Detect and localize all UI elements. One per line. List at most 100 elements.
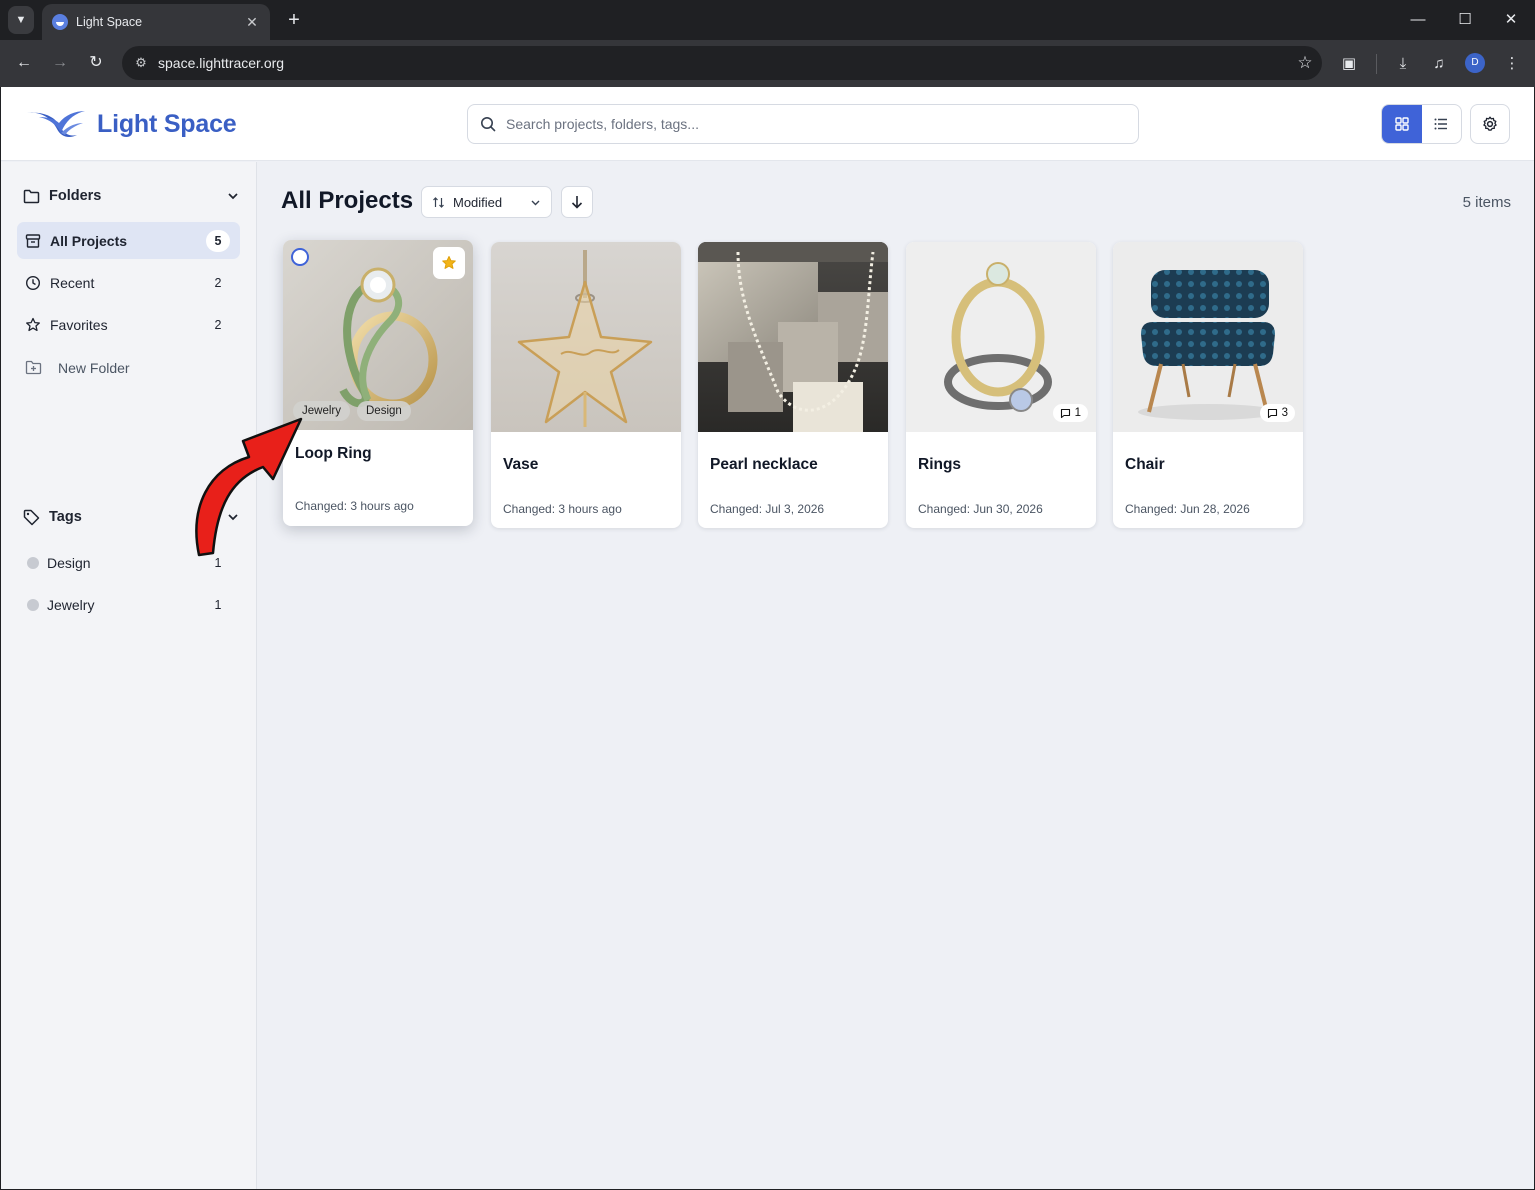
minimize-icon[interactable]: —: [1403, 8, 1433, 32]
tab-search-button[interactable]: ▼: [8, 6, 34, 34]
folders-section-header[interactable]: Folders: [23, 184, 239, 208]
gear-icon: [1483, 116, 1497, 131]
select-checkbox[interactable]: [291, 248, 309, 266]
chevron-down-icon: ▼: [15, 14, 27, 26]
feather-logo-icon: [27, 111, 85, 137]
project-card-vase[interactable]: Vase Changed: 3 hours ago: [491, 242, 681, 528]
comment-icon: [1060, 408, 1070, 418]
project-title: Chair: [1125, 456, 1165, 473]
download-icon[interactable]: ⤓: [1391, 52, 1415, 76]
tag-icon: [23, 509, 40, 525]
comment-icon: [1267, 408, 1277, 418]
app-header: Light Space: [1, 87, 1534, 161]
page-title: All Projects: [281, 187, 414, 214]
sidebar-item-label: All Projects: [50, 232, 128, 249]
tag-label: Jewelry: [47, 596, 95, 613]
bookmark-star-icon[interactable]: ☆: [1288, 53, 1322, 73]
project-card-rings[interactable]: 1 Rings Changed: Jun 30, 2026: [906, 242, 1096, 528]
chevron-down-icon: [531, 200, 540, 205]
favicon-icon: [52, 14, 68, 30]
url-text[interactable]: space.lighttracer.org: [158, 55, 1288, 71]
sidebar-item-count: 2: [214, 275, 222, 290]
search-box[interactable]: [467, 104, 1139, 144]
reload-icon[interactable]: ↻: [84, 52, 108, 76]
project-card-pearl-necklace[interactable]: Pearl necklace Changed: Jul 3, 2026: [698, 242, 888, 528]
tag-pill: Design: [357, 401, 411, 421]
tag-label: Design: [47, 554, 91, 571]
toolbar-divider: [1376, 54, 1377, 74]
search-input[interactable]: [506, 116, 1138, 132]
sort-select[interactable]: Modified: [421, 186, 552, 218]
search-icon: [481, 117, 496, 132]
project-changed: Changed: 3 hours ago: [295, 499, 414, 513]
site-settings-icon[interactable]: ⚙: [124, 55, 158, 71]
tag-color-dot: [27, 556, 39, 569]
list-icon: [1434, 118, 1448, 130]
project-changed: Changed: Jul 3, 2026: [710, 502, 825, 516]
forward-icon[interactable]: →: [48, 52, 72, 76]
browser-tab[interactable]: Light Space ✕: [42, 4, 270, 40]
sidebar-item-favorites[interactable]: Favorites 2: [17, 306, 240, 343]
maximize-icon[interactable]: ☐: [1450, 8, 1480, 32]
project-title: Vase: [503, 456, 539, 473]
star-filled-icon: [442, 256, 456, 269]
sidebar-item-all-projects[interactable]: All Projects 5: [17, 222, 240, 259]
new-folder-button[interactable]: New Folder: [17, 349, 240, 386]
app-window: Light Space Folders All Projects: [1, 87, 1534, 1189]
profile-avatar[interactable]: D: [1465, 53, 1485, 73]
browser-tab-bar: ▼ Light Space ✕ + — ☐ ✕: [0, 0, 1535, 40]
project-title: Rings: [918, 456, 962, 473]
project-thumbnail: [491, 242, 681, 432]
browser-toolbar: ← → ↻ ⚙ space.lighttracer.org ☆ ▣ ⤓ ♫ D …: [0, 40, 1535, 87]
new-folder-label: New Folder: [58, 359, 130, 376]
item-count: 5 items: [1462, 194, 1511, 211]
project-card-chair[interactable]: 3 Chair Changed: Jun 28, 2026: [1113, 242, 1303, 528]
list-view-button[interactable]: [1422, 105, 1462, 143]
sidebar-item-label: Favorites: [50, 316, 108, 333]
extensions-icon[interactable]: ▣: [1337, 52, 1361, 76]
sidebar: Folders All Projects 5 Recent 2 Favorite…: [1, 162, 257, 1189]
folder-plus-icon: [25, 360, 42, 375]
comment-count: 1: [1074, 407, 1081, 419]
clock-icon: [25, 275, 41, 290]
settings-button[interactable]: [1470, 104, 1510, 144]
sidebar-item-count: 5: [206, 229, 230, 252]
new-tab-button[interactable]: +: [282, 8, 306, 32]
grid-icon: [1395, 117, 1409, 131]
logo[interactable]: Light Space: [25, 107, 237, 141]
sort-select-value: Modified: [453, 194, 503, 210]
brand-name: Light Space: [97, 109, 237, 138]
archive-icon: [25, 233, 41, 248]
project-title: Pearl necklace: [710, 456, 818, 473]
sort-direction-button[interactable]: [561, 186, 593, 218]
tag-count: 1: [214, 597, 222, 612]
sidebar-tag-jewelry[interactable]: Jewelry 1: [17, 586, 240, 623]
project-thumbnail: [698, 242, 888, 432]
project-changed: Changed: Jun 28, 2026: [1125, 502, 1250, 516]
folder-icon: [23, 189, 40, 203]
star-outline-icon: [26, 317, 40, 331]
window-close-icon[interactable]: ✕: [1496, 8, 1526, 32]
main-content: All Projects Modified 5 items Jewelry De…: [258, 162, 1534, 1189]
media-control-icon[interactable]: ♫: [1427, 52, 1451, 76]
comment-count: 3: [1281, 407, 1288, 419]
folders-label: Folders: [49, 188, 102, 204]
close-icon[interactable]: ✕: [244, 14, 260, 31]
sidebar-item-count: 2: [214, 317, 222, 332]
address-bar[interactable]: ⚙ space.lighttracer.org ☆: [122, 46, 1322, 80]
comment-badge: 3: [1259, 404, 1295, 422]
comment-badge: 1: [1052, 404, 1088, 422]
tag-color-dot: [27, 598, 39, 611]
sidebar-item-recent[interactable]: Recent 2: [17, 264, 240, 301]
grid-view-button[interactable]: [1382, 105, 1422, 143]
favorite-button[interactable]: [433, 247, 465, 279]
project-changed: Changed: 3 hours ago: [503, 502, 622, 516]
project-card-loop-ring[interactable]: Jewelry Design Loop Ring Changed: 3 hour…: [283, 240, 473, 526]
back-icon[interactable]: ←: [12, 52, 36, 76]
chevron-down-icon: [228, 193, 238, 200]
more-menu-icon[interactable]: ⋮: [1500, 52, 1524, 76]
tab-title: Light Space: [76, 15, 143, 29]
project-changed: Changed: Jun 30, 2026: [918, 502, 1043, 516]
annotation-arrow-icon: [195, 417, 303, 557]
sidebar-item-label: Recent: [50, 274, 95, 291]
